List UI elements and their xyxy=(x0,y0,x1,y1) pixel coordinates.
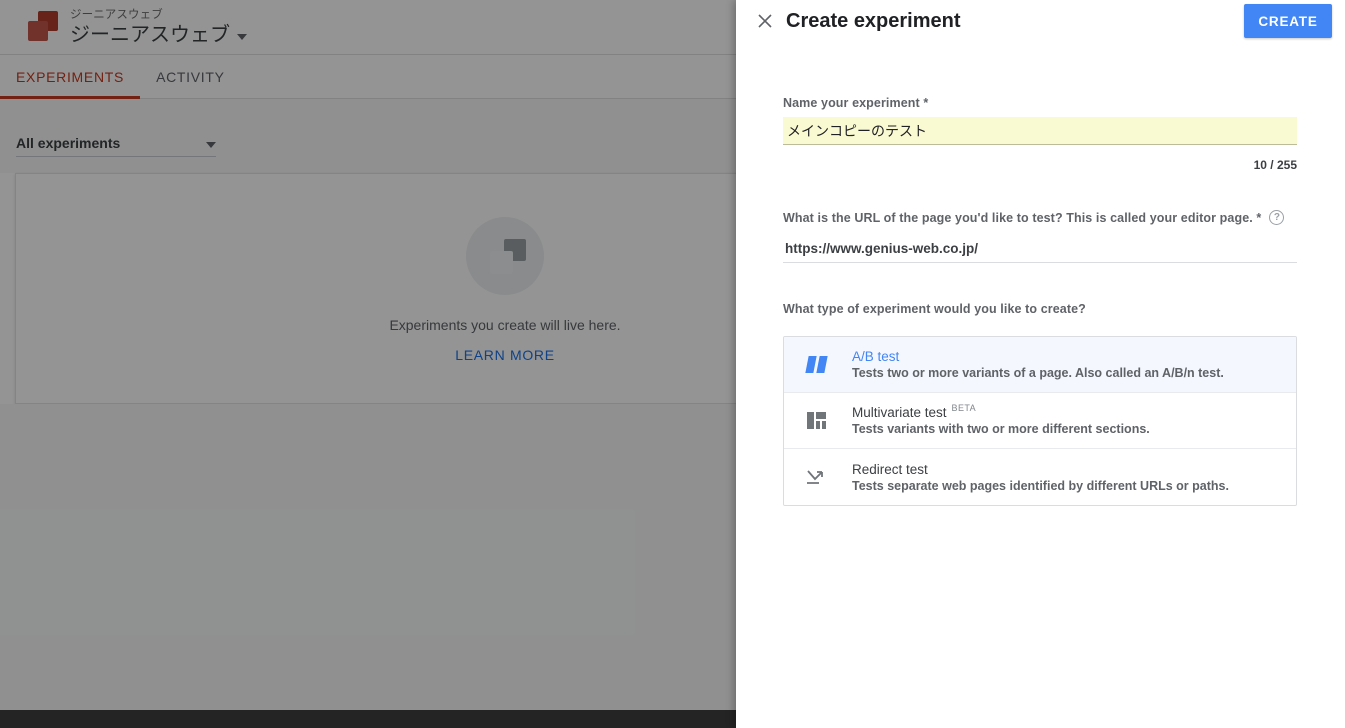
help-circle-icon[interactable]: ? xyxy=(1269,210,1285,225)
ab-test-icon xyxy=(798,353,834,377)
create-button[interactable]: CREATE xyxy=(1244,4,1332,38)
option-desc-redirect: Tests separate web pages identified by d… xyxy=(852,478,1229,493)
experiment-type-list: A/B test Tests two or more variants of a… xyxy=(783,336,1297,506)
option-desc-ab: Tests two or more variants of a page. Al… xyxy=(852,366,1224,380)
experiment-type-option-multivariate[interactable]: Multivariate test BETA Tests variants wi… xyxy=(784,393,1296,449)
dialog-body: Name your experiment * 10 / 255 What is … xyxy=(736,42,1345,728)
option-title-multivariate: Multivariate test xyxy=(852,405,947,420)
screen: ジーニアスウェブ ジーニアスウェブ EXPERIMENTS ACTIVITY A… xyxy=(0,0,1345,728)
redirect-test-icon xyxy=(798,465,834,489)
multivariate-test-icon xyxy=(798,409,834,433)
url-field-label: What is the URL of the page you'd like t… xyxy=(783,210,1262,225)
name-char-counter: 10 / 255 xyxy=(1253,158,1297,172)
dialog-header: Create experiment CREATE xyxy=(736,0,1345,42)
name-field-group: Name your experiment * 10 / 255 xyxy=(783,96,1297,172)
dialog-title: Create experiment xyxy=(786,10,961,32)
editor-page-url-input[interactable] xyxy=(783,235,1297,263)
experiment-name-input[interactable] xyxy=(783,117,1297,145)
experiment-type-option-redirect[interactable]: Redirect test Tests separate web pages i… xyxy=(784,449,1296,505)
close-icon[interactable] xyxy=(752,8,778,34)
experiment-type-option-ab[interactable]: A/B test Tests two or more variants of a… xyxy=(784,337,1296,393)
option-desc-multivariate: Tests variants with two or more differen… xyxy=(852,422,1150,436)
beta-badge: BETA xyxy=(951,403,976,413)
experiment-type-label: What type of experiment would you like t… xyxy=(783,302,1086,316)
option-title-redirect: Redirect test xyxy=(852,461,928,477)
url-field-group: What is the URL of the page you'd like t… xyxy=(783,210,1297,263)
name-field-label: Name your experiment * xyxy=(783,96,929,110)
experiment-type-section: What type of experiment would you like t… xyxy=(783,302,1297,506)
option-title-ab: A/B test xyxy=(852,349,900,364)
create-experiment-dialog: Create experiment CREATE Name your exper… xyxy=(736,0,1345,728)
